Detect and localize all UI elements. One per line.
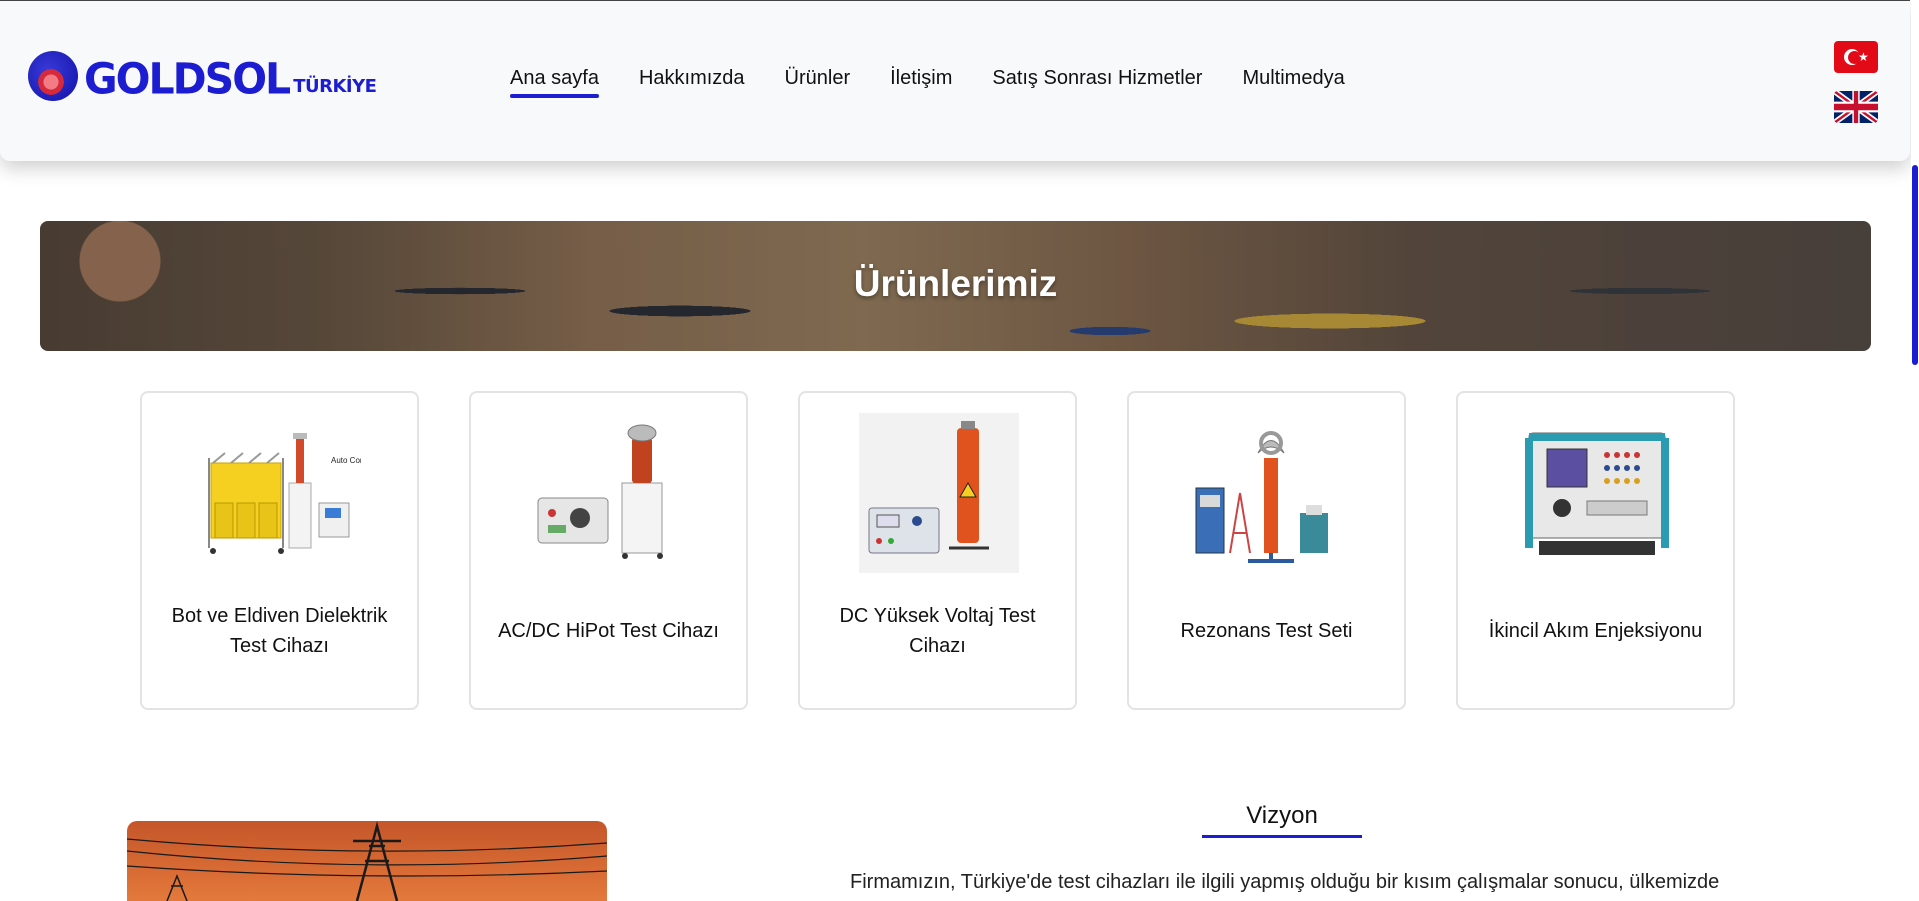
- logo-subtitle: TÜRKİYE: [293, 76, 377, 97]
- uk-flag-icon[interactable]: [1834, 91, 1878, 123]
- nav-products[interactable]: Ürünler: [785, 67, 851, 98]
- product-label: AC/DC HiPot Test Cihazı: [498, 620, 719, 642]
- product-card[interactable]: DC Yüksek Voltaj Test Cihazı: [798, 391, 1077, 710]
- product-cards: Auto Control Bot ve Eldiven Dielektrik T…: [140, 391, 1735, 710]
- nav-home[interactable]: Ana sayfa: [510, 67, 599, 98]
- logo-name: GOLDSOL: [84, 53, 291, 105]
- product-label: DC Yüksek Voltaj Test Cihazı: [839, 605, 1036, 657]
- products-banner: Ürünlerimiz: [40, 221, 1871, 351]
- product-label: Bot ve Eldiven Dielektrik Test Cihazı: [171, 605, 388, 657]
- dc-hv-tester-image: [859, 413, 1019, 573]
- product-card[interactable]: İkincil Akım Enjeksiyonu: [1456, 391, 1735, 710]
- product-label: İkincil Akım Enjeksiyonu: [1488, 620, 1703, 642]
- auto-control-caption: Auto Control: [331, 456, 361, 465]
- goldsol-logo[interactable]: GOLDSOL TÜRKİYE: [28, 51, 377, 105]
- vision-underline: [1202, 835, 1362, 838]
- logo-emblem-icon: [28, 51, 78, 101]
- product-label: Rezonans Test Seti: [1180, 620, 1353, 642]
- site-header: GOLDSOL TÜRKİYE Ana sayfa Hakkımızda Ürü…: [0, 0, 1910, 161]
- vision-heading: Vizyon: [1246, 802, 1318, 829]
- resonance-set-image: [1195, 431, 1328, 563]
- scrollbar-thumb[interactable]: [1912, 165, 1918, 365]
- nav-contact[interactable]: İletişim: [890, 67, 952, 98]
- nav-multimedia[interactable]: Multimedya: [1242, 67, 1344, 98]
- product-card[interactable]: AC/DC HiPot Test Cihazı: [469, 391, 748, 710]
- product-card[interactable]: Rezonans Test Seti: [1127, 391, 1406, 710]
- page-scrollbar[interactable]: [1911, 0, 1919, 886]
- main-nav: Ana sayfa Hakkımızda Ürünler İletişim Sa…: [510, 67, 1345, 98]
- power-lines-photo: [127, 821, 607, 901]
- vision-paragraph: Firmamızın, Türkiye'de test cihazları il…: [850, 871, 1720, 893]
- banner-title: Ürünlerimiz: [853, 263, 1058, 304]
- nav-about[interactable]: Hakkımızda: [639, 67, 745, 98]
- turkish-flag-icon[interactable]: ★: [1834, 41, 1878, 73]
- hipot-tester-image: [537, 424, 663, 559]
- product-card[interactable]: Auto Control Bot ve Eldiven Dielektrik T…: [140, 391, 419, 710]
- boot-glove-tester-image: Auto Control: [208, 433, 361, 554]
- current-injection-image: [1525, 432, 1669, 555]
- nav-after-sales[interactable]: Satış Sonrası Hizmetler: [992, 67, 1202, 98]
